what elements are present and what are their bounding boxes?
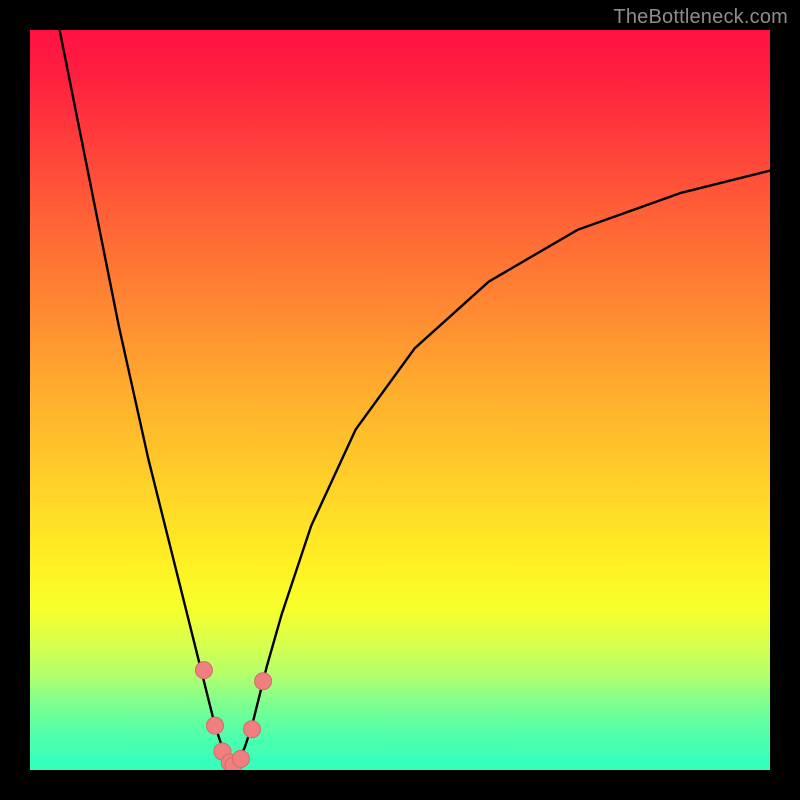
marker-point — [207, 717, 224, 734]
chart-frame: TheBottleneck.com — [0, 0, 800, 800]
marker-point — [255, 673, 272, 690]
marker-point — [244, 721, 261, 738]
plot-area — [30, 30, 770, 770]
marker-point — [232, 750, 249, 767]
marker-point — [195, 662, 212, 679]
marker-group — [195, 662, 271, 770]
chart-svg — [30, 30, 770, 770]
watermark-text: TheBottleneck.com — [613, 6, 788, 29]
bottleneck-curve — [60, 30, 770, 766]
